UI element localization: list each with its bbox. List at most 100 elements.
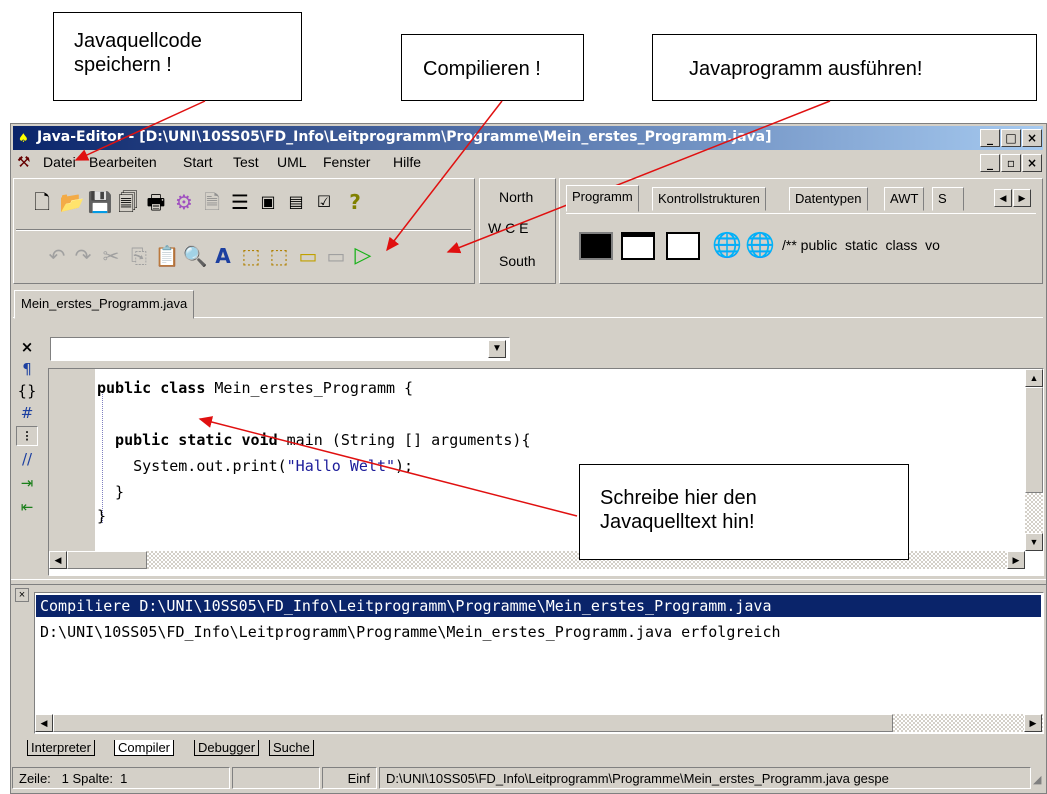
tab-kontrollstrukturen[interactable]: Kontrollstrukturen bbox=[652, 187, 766, 211]
toolbar-separator bbox=[16, 229, 471, 231]
code-line-6: } bbox=[97, 507, 107, 525]
save-icon[interactable]: 💾 bbox=[87, 189, 113, 215]
dialog-icon[interactable] bbox=[666, 232, 700, 260]
tab-debugger[interactable]: Debugger bbox=[194, 740, 260, 756]
console-scroll-left[interactable]: ◀ bbox=[35, 714, 53, 732]
file-tab[interactable]: Mein_erstes_Programm.java bbox=[14, 290, 195, 319]
image-icon[interactable]: ▣ bbox=[255, 189, 281, 215]
resize-grip-icon[interactable]: ◢ bbox=[1033, 773, 1041, 786]
palette-body bbox=[566, 213, 1036, 214]
editor-vscroll-thumb[interactable] bbox=[1025, 387, 1043, 493]
tab-suche[interactable]: Suche bbox=[269, 740, 314, 756]
close-button[interactable]: × bbox=[1022, 129, 1042, 147]
file-tab-strip: Mein_erstes_Programm.java bbox=[13, 288, 1043, 319]
minimize-button[interactable]: _ bbox=[980, 129, 1000, 147]
layout-south[interactable]: South bbox=[499, 253, 536, 269]
copy-icon[interactable]: ⎘ bbox=[126, 243, 152, 269]
java-editor-window: ♠ Java-Editor - [D:\UNI\10SS05\FD_Info\L… bbox=[10, 123, 1047, 794]
close-messages-icon[interactable]: × bbox=[15, 588, 29, 602]
paste-icon[interactable]: 📋 bbox=[154, 243, 180, 269]
configure-icon[interactable]: ⚙ bbox=[171, 189, 197, 215]
find-icon[interactable]: 🔍 bbox=[182, 243, 208, 269]
status-empty-1 bbox=[232, 767, 320, 789]
compile-icon[interactable]: ▭ bbox=[295, 243, 321, 269]
editor-side-toolbar: × ¶ {} # ⁝ // ⇥ ⇤ bbox=[13, 334, 43, 576]
close-editor-icon[interactable]: × bbox=[16, 338, 38, 356]
palette-scroll-right[interactable]: ▶ bbox=[1013, 189, 1031, 207]
editor-scroll-down[interactable]: ▼ bbox=[1025, 533, 1043, 551]
member-dropdown[interactable]: ▼ bbox=[50, 337, 510, 361]
run-disabled-icon[interactable]: ▭ bbox=[323, 243, 349, 269]
chevron-down-icon[interactable]: ▼ bbox=[488, 340, 506, 358]
menu-bearbeiten[interactable]: Bearbeiten bbox=[89, 154, 157, 170]
java-editor-app-icon: ♠ bbox=[18, 131, 29, 145]
messages-panel[interactable]: Compiliere D:\UNI\10SS05\FD_Info\Leitpro… bbox=[34, 592, 1044, 734]
editor-scroll-right[interactable]: ▶ bbox=[1007, 551, 1025, 569]
font-size-icon[interactable]: A bbox=[210, 243, 236, 269]
undo-icon[interactable]: ↶ bbox=[44, 243, 70, 269]
title-bar[interactable]: ♠ Java-Editor - [D:\UNI\10SS05\FD_Info\L… bbox=[13, 126, 1043, 150]
child-close-button[interactable]: × bbox=[1022, 154, 1042, 172]
callout-compile: Compilieren ! bbox=[401, 34, 584, 101]
console-window-icon[interactable] bbox=[579, 232, 613, 260]
console-hscroll-thumb[interactable] bbox=[53, 714, 893, 732]
status-insert-mode: Einf bbox=[322, 767, 377, 789]
menu-test[interactable]: Test bbox=[233, 154, 259, 170]
new-file-icon[interactable]: 🗋 bbox=[29, 189, 55, 215]
menu-hilfe[interactable]: Hilfe bbox=[393, 154, 421, 170]
status-position: Zeile: 1 Spalte: 1 bbox=[12, 767, 230, 789]
japplet-globe-icon[interactable]: 🌐 bbox=[745, 231, 775, 260]
menu-uml[interactable]: UML bbox=[277, 154, 307, 170]
child-restore-button[interactable]: ▫ bbox=[1001, 154, 1021, 172]
compile-all-icon[interactable]: ⬚ bbox=[266, 243, 292, 269]
palette-scroll-left[interactable]: ◀ bbox=[994, 189, 1012, 207]
maximize-button[interactable]: □ bbox=[1001, 129, 1021, 147]
run-icon[interactable]: ▷ bbox=[350, 243, 376, 269]
help-icon[interactable]: ? bbox=[342, 189, 368, 215]
tab-datentypen[interactable]: Datentypen bbox=[789, 187, 868, 211]
print-icon[interactable]: 🖶 bbox=[143, 189, 169, 215]
form-icon[interactable]: ▤ bbox=[283, 189, 309, 215]
console-line-1[interactable]: Compiliere D:\UNI\10SS05\FD_Info\Leitpro… bbox=[40, 597, 772, 615]
status-bar: Zeile: 1 Spalte: 1 Einf D:\UNI\10SS05\FD… bbox=[12, 767, 1045, 791]
tab-programm[interactable]: Programm bbox=[566, 185, 639, 212]
compile-file-icon[interactable]: ⬚ bbox=[238, 243, 264, 269]
menu-start[interactable]: Start bbox=[183, 154, 213, 170]
palette-tabs: Programm Kontrollstrukturen Datentypen A… bbox=[566, 185, 1036, 213]
save-all-icon[interactable]: 🗐 bbox=[115, 189, 141, 215]
indent-guides-icon[interactable]: ⁝ bbox=[16, 426, 38, 446]
panel-splitter[interactable] bbox=[11, 579, 1046, 585]
cut-icon[interactable]: ✂ bbox=[98, 243, 124, 269]
child-minimize-button[interactable]: _ bbox=[980, 154, 1000, 172]
paragraph-icon[interactable]: ¶ bbox=[16, 360, 38, 378]
new-class-icon[interactable]: 🗎 bbox=[199, 189, 225, 215]
tab-compiler[interactable]: Compiler bbox=[114, 740, 175, 756]
tab-interpreter[interactable]: Interpreter bbox=[27, 740, 95, 756]
menu-datei[interactable]: Datei bbox=[43, 154, 76, 170]
status-file-path: D:\UNI\10SS05\FD_Info\Leitprogramm\Progr… bbox=[379, 767, 1031, 789]
tab-swing[interactable]: S bbox=[932, 187, 964, 211]
console-line-2[interactable]: D:\UNI\10SS05\FD_Info\Leitprogramm\Progr… bbox=[40, 623, 781, 641]
layout-wce[interactable]: W C E bbox=[488, 220, 528, 236]
console-scroll-right[interactable]: ▶ bbox=[1024, 714, 1042, 732]
open-folder-icon[interactable]: 📂 bbox=[59, 189, 85, 215]
editor-scroll-left[interactable]: ◀ bbox=[49, 551, 67, 569]
layout-north[interactable]: North bbox=[499, 189, 533, 205]
window-frame-icon[interactable] bbox=[621, 232, 655, 260]
hash-icon[interactable]: # bbox=[16, 404, 38, 422]
structure-icon[interactable]: ☰ bbox=[227, 189, 253, 215]
menu-fenster[interactable]: Fenster bbox=[323, 154, 370, 170]
code-line-3: public static void main (String [] argum… bbox=[97, 431, 531, 449]
palette-snippets[interactable]: /** public static class vo bbox=[782, 237, 940, 253]
editor-scroll-up[interactable]: ▲ bbox=[1025, 369, 1043, 387]
editor-hscroll-thumb[interactable] bbox=[67, 551, 147, 569]
comment-icon[interactable]: // bbox=[16, 450, 38, 468]
tab-awt[interactable]: AWT bbox=[884, 187, 925, 211]
code-line-5: } bbox=[97, 483, 125, 501]
checklist-icon[interactable]: ☑ bbox=[311, 189, 337, 215]
indent-icon[interactable]: ⇥ bbox=[16, 474, 38, 492]
applet-globe-icon[interactable]: 🌐 bbox=[712, 231, 742, 260]
braces-icon[interactable]: {} bbox=[16, 382, 38, 400]
redo-icon[interactable]: ↷ bbox=[70, 243, 96, 269]
unindent-icon[interactable]: ⇤ bbox=[16, 498, 38, 516]
